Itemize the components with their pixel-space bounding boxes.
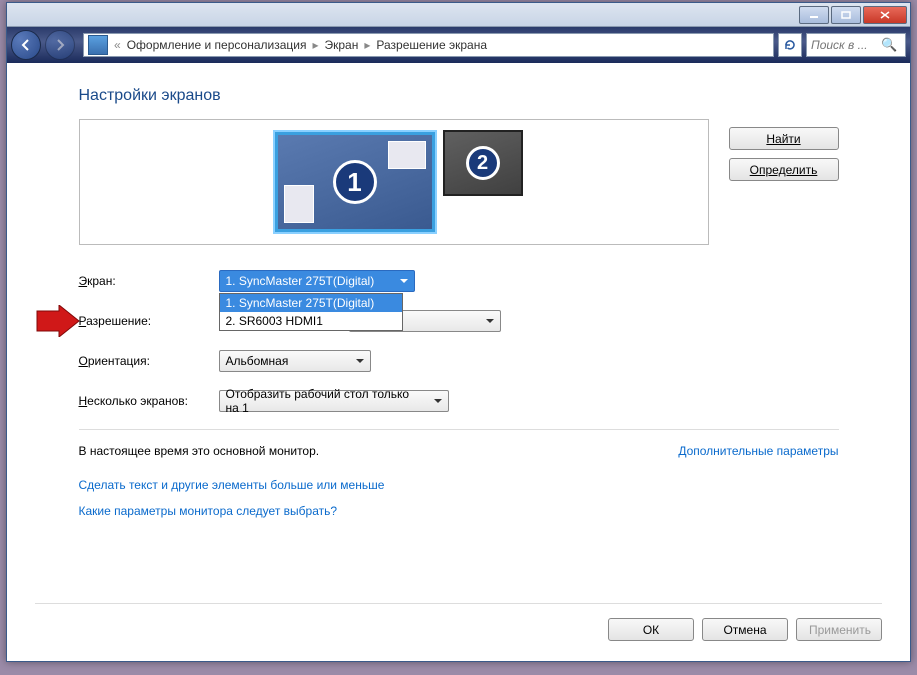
multi-display-label: Несколько экранов: — [79, 394, 219, 408]
dropdown-option-1[interactable]: 1. SyncMaster 275T(Digital) — [220, 294, 402, 312]
monitor-2[interactable]: 2 — [443, 130, 523, 196]
monitor-number: 2 — [466, 146, 500, 180]
dialog-buttons: ОК Отмена Применить — [35, 603, 882, 641]
apply-button: Применить — [796, 618, 882, 641]
screen-dropdown-list: 1. SyncMaster 275T(Digital) 2. SR6003 HD… — [219, 293, 403, 331]
control-panel-window: « Оформление и персонализация ▸ Экран ▸ … — [6, 2, 911, 662]
annotation-arrow-icon — [35, 305, 81, 337]
breadcrumb-resolution[interactable]: Разрешение экрана — [372, 38, 491, 52]
dropdown-value: Отобразить рабочий стол только на 1 — [226, 387, 426, 415]
search-icon: 🔍 — [881, 37, 897, 53]
text-size-link[interactable]: Сделать текст и другие элементы больше и… — [79, 478, 839, 492]
advanced-settings-link[interactable]: Дополнительные параметры — [678, 444, 838, 458]
multi-display-dropdown[interactable]: Отобразить рабочий стол только на 1 — [219, 390, 449, 412]
maximize-button[interactable] — [831, 6, 861, 24]
orientation-label: Ориентация: — [79, 354, 219, 368]
resolution-label: Разрешение: — [79, 314, 219, 328]
navigation-bar: « Оформление и персонализация ▸ Экран ▸ … — [7, 27, 910, 63]
back-button[interactable] — [11, 30, 41, 60]
screen-dropdown[interactable]: 1. SyncMaster 275T(Digital) 1. SyncMaste… — [219, 270, 415, 292]
preview-window-icon — [284, 185, 314, 223]
monitor-number: 1 — [333, 160, 377, 204]
refresh-button[interactable] — [778, 33, 802, 57]
chevron-right-icon: ▸ — [310, 38, 320, 52]
page-title: Настройки экранов — [79, 87, 839, 105]
divider — [79, 429, 839, 430]
help-link[interactable]: Какие параметры монитора следует выбрать… — [79, 504, 839, 518]
dropdown-value: 1. SyncMaster 275T(Digital) — [226, 274, 375, 288]
ok-button[interactable]: ОК — [608, 618, 694, 641]
primary-monitor-status: В настоящее время это основной монитор. — [79, 444, 320, 458]
monitor-1[interactable]: 1 — [275, 132, 435, 232]
chevron-icon: « — [112, 38, 123, 52]
breadcrumb-appearance[interactable]: Оформление и персонализация — [123, 38, 311, 52]
search-input[interactable] — [811, 38, 881, 52]
cancel-button[interactable]: Отмена — [702, 618, 788, 641]
close-button[interactable] — [863, 6, 907, 24]
detect-button[interactable]: Определить — [729, 158, 839, 181]
orientation-dropdown[interactable]: Альбомная — [219, 350, 371, 372]
content-area: Настройки экранов 1 2 Найти Определить — [7, 63, 910, 661]
find-button[interactable]: Найти — [729, 127, 839, 150]
dropdown-option-2[interactable]: 2. SR6003 HDMI1 — [220, 312, 402, 330]
search-box[interactable]: 🔍 — [806, 33, 906, 57]
screen-label: Экран: — [79, 274, 219, 288]
chevron-right-icon: ▸ — [362, 38, 372, 52]
dropdown-value: Альбомная — [226, 354, 289, 368]
preview-window-icon — [388, 141, 426, 169]
minimize-button[interactable] — [799, 6, 829, 24]
breadcrumb-display[interactable]: Экран — [320, 38, 362, 52]
display-preview[interactable]: 1 2 — [79, 119, 709, 245]
titlebar — [7, 3, 910, 27]
address-bar[interactable]: « Оформление и персонализация ▸ Экран ▸ … — [83, 33, 774, 57]
control-panel-icon — [88, 35, 108, 55]
forward-button[interactable] — [45, 30, 75, 60]
